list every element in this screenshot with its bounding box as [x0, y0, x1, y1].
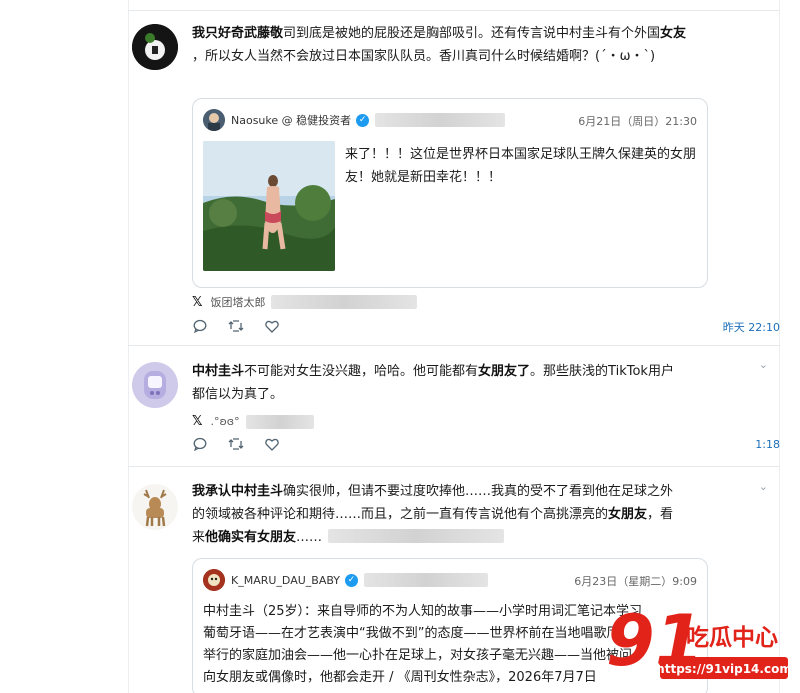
x-logo-icon: 𝕏 — [192, 294, 203, 310]
quote-author-name[interactable]: K_MARU_DAU_BABY — [231, 574, 340, 587]
redacted-handle — [271, 295, 418, 309]
chevron-down-icon[interactable]: ⌄ — [759, 358, 768, 371]
site-watermark: 91 吃瓜中心 https://91vip14.com — [604, 599, 792, 687]
avatar[interactable] — [132, 362, 178, 408]
like-icon[interactable] — [264, 318, 280, 334]
mention-author: 我只好奇武藤敬 — [192, 26, 284, 41]
quote-header: Naosuke @ 稳健投资者 ✓ — [203, 109, 506, 131]
chevron-down-icon[interactable]: ⌄ — [759, 480, 768, 493]
divider — [128, 345, 780, 346]
quote-header: K_MARU_DAU_BABY ✓ — [203, 569, 489, 591]
watermark-brand: 吃瓜中心 — [686, 625, 778, 651]
mention-author: 我承认中村圭斗 — [192, 484, 284, 499]
post-timestamp[interactable]: 昨天 22:10 — [723, 319, 780, 335]
watermark-url: https://91vip14.com — [656, 662, 790, 676]
avatar[interactable] — [132, 484, 178, 530]
post-text: 中村圭斗不可能对女生没兴趣，哈哈。他可能都有女朋友了。那些肤浅的TikTok用户… — [192, 364, 674, 402]
quoted-post[interactable]: Naosuke @ 稳健投资者 ✓ 6月21日（周日）21:30 来了！！！这位… — [192, 98, 708, 288]
redacted-handle — [245, 414, 314, 429]
post-text: 我承认中村圭斗确实很帅，但请不要过度吹捧他……我真的受不了看到他在足球之外 的领… — [192, 484, 674, 545]
post-2[interactable]: ⌄ 中村圭斗不可能对女生没兴趣，哈哈。他可能都有女朋友了。那些肤浅的TikTok… — [128, 352, 780, 462]
divider — [128, 10, 780, 11]
source-line[interactable]: 𝕏 .°ʚɞ° — [192, 414, 314, 429]
quote-text: 来了！！！这位是世界杯日本国家足球队王牌久保建英的女朋友！她就是新田幸花！！！ — [345, 147, 697, 185]
source-name[interactable]: .°ʚɞ° — [210, 415, 239, 428]
avatar[interactable] — [132, 24, 178, 70]
repost-icon[interactable] — [228, 318, 244, 334]
verified-icon: ✓ — [356, 113, 370, 127]
quote-avatar[interactable] — [203, 109, 225, 131]
reply-icon[interactable] — [192, 436, 208, 452]
quote-avatar[interactable] — [203, 569, 225, 591]
quote-date: 6月23日（星期二）9:09 — [574, 575, 697, 588]
divider — [128, 466, 780, 467]
like-icon[interactable] — [264, 436, 280, 452]
redacted-handle — [328, 529, 505, 543]
verified-icon: ✓ — [345, 573, 359, 587]
quote-photo[interactable] — [203, 141, 335, 271]
x-logo-icon: 𝕏 — [192, 414, 203, 429]
action-bar — [192, 436, 280, 452]
post-1[interactable]: 我只好奇武藤敬司到底是被她的屁股还是胸部吸引。还有传言说中村圭斗有个外国女友 ，… — [128, 18, 780, 343]
repost-icon[interactable] — [228, 436, 244, 452]
reply-icon[interactable] — [192, 318, 208, 334]
redacted-handle — [364, 573, 489, 587]
action-bar — [192, 318, 280, 334]
quote-date: 6月21日（周日）21:30 — [578, 115, 697, 128]
source-name[interactable]: 饭团塔太郎 — [210, 294, 265, 310]
quote-author-name[interactable]: Naosuke @ 稳健投资者 — [231, 112, 351, 128]
redacted-handle — [375, 113, 506, 127]
source-line[interactable]: 𝕏 饭团塔太郎 — [192, 294, 418, 310]
post-text: 我只好奇武藤敬司到底是被她的屁股还是胸部吸引。还有传言说中村圭斗有个外国女友 ，… — [192, 26, 687, 64]
mention-author: 中村圭斗 — [192, 364, 245, 379]
post-timestamp[interactable]: 1:18 — [755, 438, 780, 451]
